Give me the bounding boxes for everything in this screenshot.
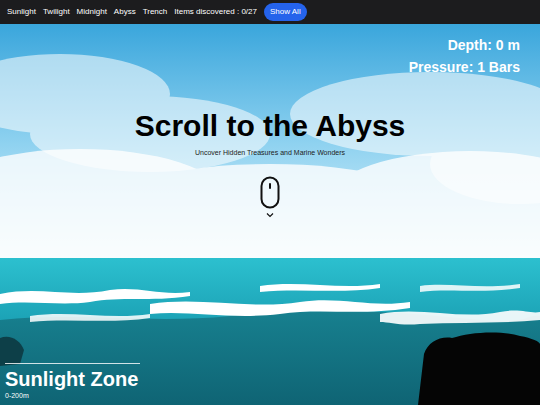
zone-label: Sunlight Zone0-200m [0, 363, 540, 405]
ocean-illustration [0, 24, 540, 405]
nav-link[interactable]: Abyss [114, 6, 136, 18]
nav-link[interactable]: Midnight [77, 6, 107, 18]
depth-reading: Depth: 0 m [448, 36, 520, 54]
zone-divider [5, 363, 140, 364]
items-discovered: Items discovered : 0/27 [174, 6, 257, 18]
zone-name: Sunlight Zone [5, 367, 535, 391]
nav-link[interactable]: Twilight [43, 6, 70, 18]
top-nav: Sunlight Twilight Midnight Abyss Trench Items… [0, 0, 540, 24]
chevron-down-icon [266, 212, 274, 218]
hero-title: Scroll to the Abyss [0, 108, 540, 144]
page: Sunlight Twilight Midnight Abyss Trench Items… [0, 0, 540, 405]
mouse-icon [260, 176, 280, 209]
nav-link[interactable]: Sunlight [7, 6, 36, 18]
show-all-button[interactable]: Show All [264, 3, 307, 21]
hero: Depth: 0 m Pressure: 1 Bars Scroll to the … [0, 24, 540, 405]
pressure-reading: Pressure: 1 Bars [409, 58, 520, 76]
gauges: Depth: 0 m Pressure: 1 Bars [0, 24, 540, 76]
hero-subtitle: Uncover Hidden Treasures and Marine Wond… [0, 148, 540, 158]
nav-link[interactable]: Trench [143, 6, 168, 18]
zone-range: 0-200m [5, 391, 535, 401]
